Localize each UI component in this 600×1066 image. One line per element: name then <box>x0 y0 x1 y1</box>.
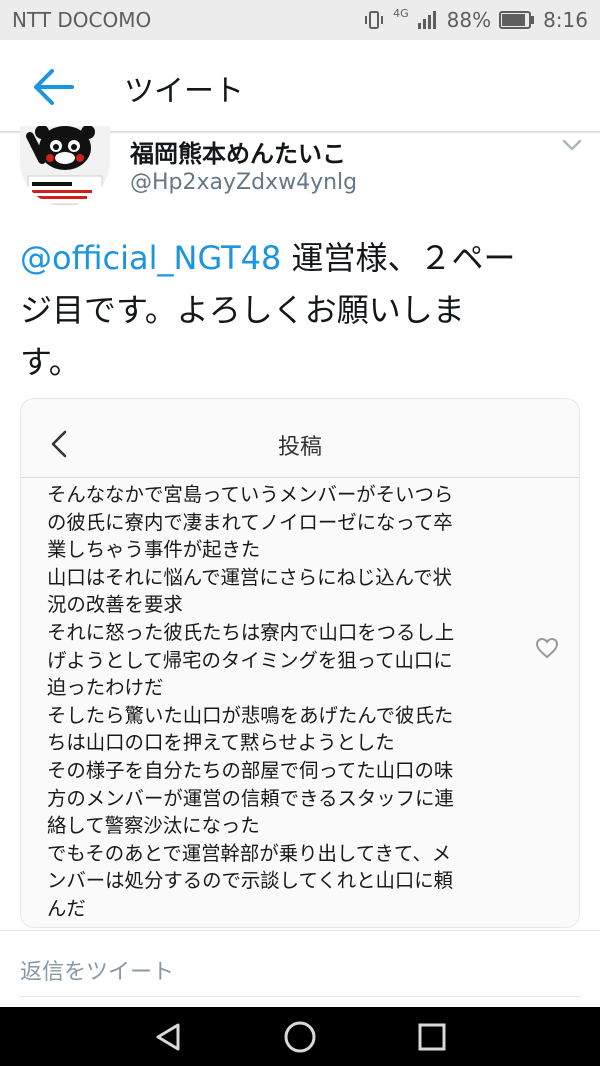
embedded-title: 投稿 <box>277 435 322 460</box>
avatar[interactable] <box>20 126 110 206</box>
app-header: ツイート <box>0 40 600 132</box>
embedded-text-line: 山口はそれに悩んで運営にさらにねじ込んで状 <box>47 565 452 589</box>
battery-percent: 88% <box>446 8 492 32</box>
display-name[interactable]: 福岡熊本めんたいこ <box>130 134 346 169</box>
tweet-text-line2: ジ目です。よろしくお願いしま <box>20 291 465 329</box>
embedded-text-line: そしたら驚いた山口が悲鳴をあげたんで彼氏た <box>47 703 454 727</box>
embedded-text-block: そんななかで宮島っていうメンバーがそいつら の彼氏に寮内で凄まれてノイローゼになっ… <box>47 481 517 923</box>
embedded-text-line: そんななかで宮島っていうメンバーがそいつら <box>47 483 454 506</box>
embedded-text-line: ちは山口の口を押えて黙らせようとした <box>47 731 395 755</box>
embedded-text-line: でもそのあとで運営幹部が乗り出してきて、メ <box>47 841 452 865</box>
triangle-back-icon[interactable] <box>150 1019 186 1055</box>
user-handle[interactable]: @Hp2xayZdxw4ynlg <box>130 170 357 195</box>
chevron-down-icon[interactable] <box>562 138 582 152</box>
embedded-text-line: 況の改善を要求 <box>47 593 183 617</box>
network-type: 4G <box>393 6 409 20</box>
embedded-divider <box>21 477 579 478</box>
signal-icon <box>417 11 436 29</box>
reply-underline <box>20 996 580 997</box>
navigation-bar <box>0 1007 600 1066</box>
reply-input[interactable]: 返信をツイート <box>20 946 580 996</box>
status-bar: NTT DOCOMO 4G 88% 8:16 <box>0 0 600 40</box>
reply-placeholder: 返信をツイート <box>20 960 175 985</box>
embedded-text-line: 迫ったわけだ <box>47 676 164 700</box>
embedded-text-line: それに怒った彼氏たちは寮内で山口をつるし上 <box>47 620 455 644</box>
embedded-text-line: その様子を自分たちの部屋で伺ってた山口の味 <box>47 758 454 782</box>
avatar-image <box>20 126 110 206</box>
tweet-text-line1: 運営様、２ペー <box>281 239 516 277</box>
square-recents-icon[interactable] <box>414 1019 450 1055</box>
mention-link[interactable]: @official_NGT48 <box>20 239 281 277</box>
page-title: ツイート <box>124 74 244 109</box>
clock: 8:16 <box>543 8 588 32</box>
arrow-left-icon[interactable] <box>28 66 78 108</box>
vibrate-icon <box>365 11 384 29</box>
card-bottom-divider <box>0 930 600 931</box>
embedded-text-line: 方のメンバーが運営の信頼できるスタッフに連 <box>47 786 454 810</box>
embedded-image-card[interactable]: 投稿 そんななかで宮島っていうメンバーがそいつら の彼氏に寮内で凄まれてノイローゼ… <box>20 398 580 928</box>
heart-icon <box>535 637 559 659</box>
embedded-text-line: んだ <box>47 896 86 920</box>
embedded-text-line: 絡して警察沙汰になった <box>47 814 260 838</box>
tweet-text: @official_NGT48 運営様、２ペー ジ目です。よろしくお願いしま す… <box>20 232 588 388</box>
embedded-text-line: 業しちゃう事件が起きた <box>47 538 261 562</box>
embedded-text-line: げようとして帰宅のタイミングを狙って山口に <box>47 648 453 672</box>
status-indicators: 4G 88% 8:16 <box>363 6 588 32</box>
circle-home-icon[interactable] <box>282 1019 318 1055</box>
battery-icon <box>499 11 535 29</box>
tweet-text-line3: す。 <box>20 343 81 381</box>
embedded-text-line: の彼氏に寮内で凄まれてノイローゼになって卒 <box>47 510 453 534</box>
embedded-text-line: ンバーは処分するので示談してくれと山口に頼 <box>47 869 454 893</box>
embedded-header: 投稿 <box>21 399 579 481</box>
carrier-name: NTT DOCOMO <box>12 8 152 32</box>
